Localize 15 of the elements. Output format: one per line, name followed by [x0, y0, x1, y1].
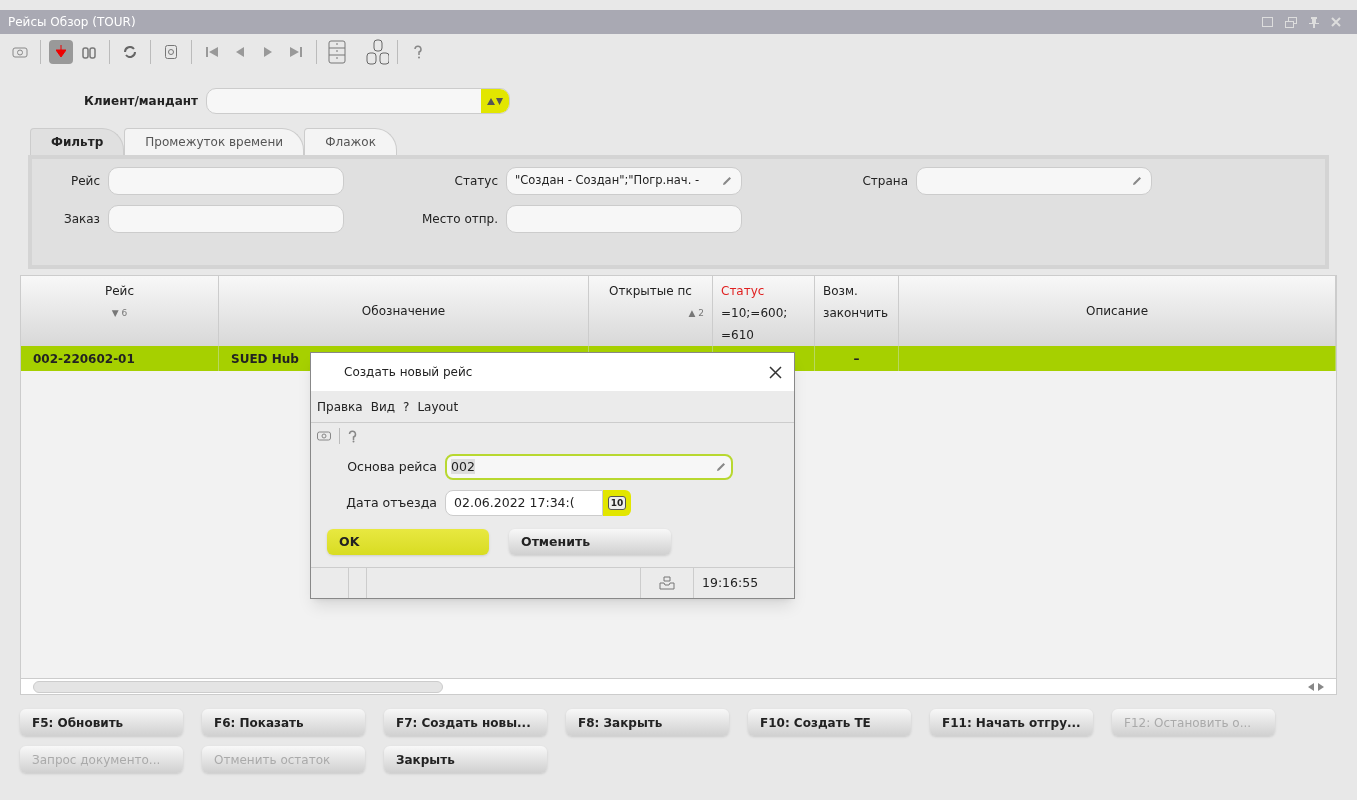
dialog-field-label: Дата отъезда [345, 493, 437, 512]
client-label: Клиент/мандант [84, 93, 198, 110]
window-title: Рейсы Обзор (TOUR) [8, 14, 136, 31]
dialog-title: Создать новый рейс [344, 364, 473, 381]
table-cell-text: – [853, 350, 860, 368]
filter-label: Место отпр. [420, 211, 498, 228]
table-cell-text: SUED Hub [231, 350, 299, 368]
filter-label: Рейс [70, 173, 100, 190]
filter-label: Заказ [62, 211, 100, 228]
dialog-field-label: Основа рейса [346, 457, 437, 476]
table-cell-text: 002-220602-01 [33, 350, 135, 368]
filter-label: Страна [861, 173, 908, 190]
filter-label: Статус [453, 173, 498, 190]
status-time: 19:16:55 [701, 573, 760, 592]
calendar-day: 10 [607, 496, 627, 510]
